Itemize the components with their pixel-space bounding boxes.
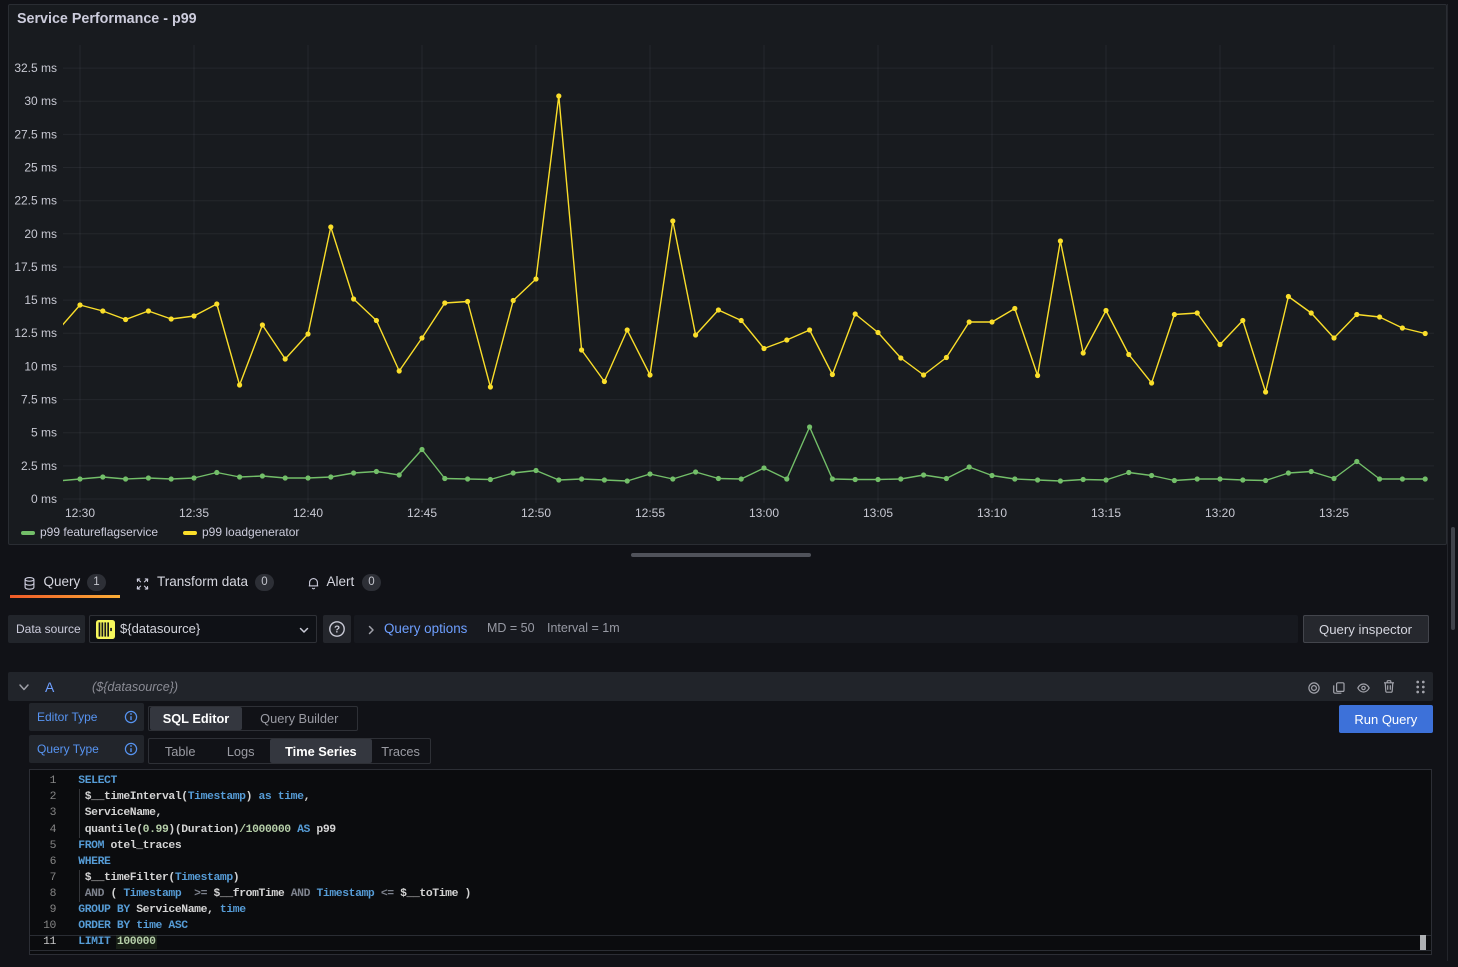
svg-text:12:30: 12:30: [65, 506, 95, 520]
svg-text:15 ms: 15 ms: [24, 293, 57, 307]
svg-text:20 ms: 20 ms: [24, 227, 57, 241]
svg-text:13:25: 13:25: [1319, 506, 1349, 520]
svg-text:17.5 ms: 17.5 ms: [14, 260, 57, 274]
svg-text:13:10: 13:10: [977, 506, 1007, 520]
svg-text:25 ms: 25 ms: [24, 161, 57, 175]
svg-text:10 ms: 10 ms: [24, 359, 57, 373]
svg-text:5 ms: 5 ms: [31, 426, 57, 440]
svg-text:32.5 ms: 32.5 ms: [14, 61, 57, 75]
svg-text:13:00: 13:00: [749, 506, 779, 520]
svg-text:12:40: 12:40: [293, 506, 323, 520]
svg-text:12.5 ms: 12.5 ms: [14, 326, 57, 340]
svg-text:2.5 ms: 2.5 ms: [21, 459, 57, 473]
svg-text:13:05: 13:05: [863, 506, 893, 520]
svg-text:22.5 ms: 22.5 ms: [14, 194, 57, 208]
svg-text:27.5 ms: 27.5 ms: [14, 127, 57, 141]
svg-text:?: ?: [334, 625, 340, 636]
svg-text:12:50: 12:50: [521, 506, 551, 520]
svg-text:12:55: 12:55: [635, 506, 665, 520]
svg-text:12:35: 12:35: [179, 506, 209, 520]
svg-text:13:20: 13:20: [1205, 506, 1235, 520]
svg-text:7.5 ms: 7.5 ms: [21, 393, 57, 407]
svg-text:13:15: 13:15: [1091, 506, 1121, 520]
svg-text:12:45: 12:45: [407, 506, 437, 520]
svg-text:0 ms: 0 ms: [31, 492, 57, 506]
svg-text:30 ms: 30 ms: [24, 94, 57, 108]
